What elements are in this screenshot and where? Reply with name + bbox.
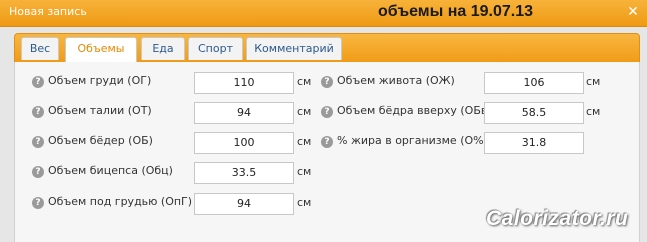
field-underbust: ? Объем под грудью (ОпГ) 94 см — [32, 193, 322, 215]
help-icon[interactable]: ? — [321, 76, 333, 88]
new-entry-dialog: Новая запись объемы на 19.07.13 ✕ Вес Об… — [0, 0, 647, 242]
upper-thigh-input[interactable]: 58.5 — [484, 102, 584, 124]
page-heading: объемы на 19.07.13 — [378, 3, 534, 20]
unit-label: см — [297, 165, 312, 178]
field-belly: ? Объем живота (ОЖ) 106 см — [321, 72, 621, 94]
close-icon[interactable]: ✕ — [625, 4, 641, 20]
unit-label: см — [297, 135, 312, 148]
field-label: Объем бицепса (Обц) — [48, 164, 173, 177]
help-icon[interactable]: ? — [32, 197, 44, 209]
tab-strip: Вес Объемы Еда Спорт Комментарий — [14, 33, 640, 63]
tab-comment[interactable]: Комментарий — [246, 37, 342, 60]
chest-input[interactable]: 110 — [194, 72, 294, 94]
field-label: Объем груди (ОГ) — [48, 74, 152, 87]
body-fat-input[interactable]: 31.8 — [484, 132, 584, 154]
help-icon[interactable]: ? — [321, 106, 333, 118]
field-label: Объем талии (ОТ) — [48, 104, 152, 117]
watermark: Calorizator.ru — [486, 207, 629, 230]
dialog-titlebar[interactable]: Новая запись объемы на 19.07.13 ✕ — [0, 0, 647, 27]
hips-input[interactable]: 100 — [194, 132, 294, 154]
field-biceps: ? Объем бицепса (Обц) 33.5 см — [32, 162, 322, 184]
field-label: Объем живота (ОЖ) — [337, 74, 455, 87]
field-chest: ? Объем груди (ОГ) 110 см — [32, 72, 322, 94]
unit-label: см — [586, 75, 601, 88]
help-icon[interactable]: ? — [32, 166, 44, 178]
underbust-input[interactable]: 94 — [194, 193, 294, 215]
belly-input[interactable]: 106 — [484, 72, 584, 94]
field-body-fat: ? % жира в организме (О%) 31.8 — [321, 132, 621, 154]
help-icon[interactable]: ? — [32, 136, 44, 148]
tab-weight[interactable]: Вес — [21, 37, 59, 60]
help-icon[interactable]: ? — [321, 136, 333, 148]
dialog-title: Новая запись — [9, 5, 87, 18]
unit-label: см — [297, 75, 312, 88]
field-upper-thigh: ? Объем бёдра вверху (ОБв) 58.5 см — [321, 102, 621, 124]
waist-input[interactable]: 94 — [194, 102, 294, 124]
field-label: Объем под грудью (ОпГ) — [48, 195, 193, 208]
unit-label: см — [297, 196, 312, 209]
field-hips: ? Объем бёдер (ОБ) 100 см — [32, 132, 322, 154]
unit-label: см — [297, 105, 312, 118]
tab-food[interactable]: Еда — [141, 37, 185, 60]
tab-sport[interactable]: Спорт — [188, 37, 243, 60]
field-label: Объем бёдра вверху (ОБв) — [337, 104, 492, 117]
field-label: Объем бёдер (ОБ) — [48, 134, 153, 147]
help-icon[interactable]: ? — [32, 76, 44, 88]
help-icon[interactable]: ? — [32, 106, 44, 118]
biceps-input[interactable]: 33.5 — [194, 162, 294, 184]
tab-volumes[interactable]: Объемы — [65, 37, 137, 62]
field-label: % жира в организме (О%) — [337, 134, 488, 147]
unit-label: см — [586, 105, 601, 118]
field-waist: ? Объем талии (ОТ) 94 см — [32, 102, 322, 124]
